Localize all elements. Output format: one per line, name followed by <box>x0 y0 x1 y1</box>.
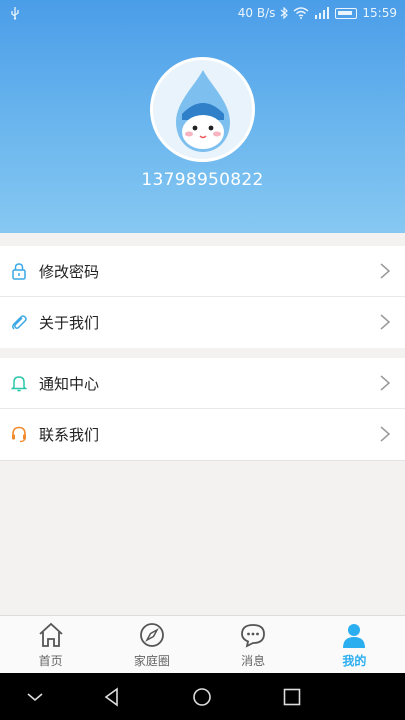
recent-apps-icon[interactable] <box>281 686 303 708</box>
tab-messages[interactable]: 消息 <box>203 616 304 673</box>
chevron-right-icon <box>380 263 391 279</box>
headset-icon <box>12 426 26 443</box>
signal-icon <box>315 7 330 19</box>
tab-label: 我的 <box>342 654 367 668</box>
home-button-icon[interactable] <box>191 686 213 708</box>
water-drop-mascot-icon <box>175 70 230 152</box>
bottom-tab-bar: 首页 家庭圈 消息 我的 <box>0 615 405 673</box>
chevron-right-icon <box>380 314 391 330</box>
profile-header: 40 B/s 15:59 13798950822 <box>0 0 405 233</box>
home-icon <box>39 622 63 647</box>
bluetooth-icon <box>281 7 289 19</box>
menu-item-label: 通知中心 <box>39 375 100 393</box>
tab-label: 家庭圈 <box>133 654 170 668</box>
status-bar: 40 B/s 15:59 <box>0 0 405 28</box>
menu-item-about-us[interactable]: 关于我们 <box>0 297 405 348</box>
chevron-right-icon <box>380 375 391 391</box>
menu-item-label: 关于我们 <box>39 314 100 332</box>
menu-item-notification-center[interactable]: 通知中心 <box>0 358 405 409</box>
tab-label: 首页 <box>38 654 63 668</box>
tab-home[interactable]: 首页 <box>0 616 101 673</box>
wifi-icon <box>293 7 309 19</box>
menu-item-change-password[interactable]: 修改密码 <box>0 246 405 297</box>
avatar[interactable] <box>150 57 255 162</box>
tab-mine[interactable]: 我的 <box>304 616 405 673</box>
menu-item-label: 联系我们 <box>39 426 100 444</box>
chat-bubble-icon <box>241 624 266 648</box>
battery-icon <box>335 7 358 19</box>
usb-icon <box>11 7 19 20</box>
system-navigation-bar <box>0 673 405 720</box>
menu-item-contact-us[interactable]: 联系我们 <box>0 409 405 460</box>
menu-group-account: 修改密码 关于我们 <box>0 246 405 348</box>
compass-icon <box>139 623 164 647</box>
chevron-right-icon <box>380 426 391 442</box>
network-speed: 40 B/s <box>237 6 276 20</box>
collapse-chevron-icon[interactable] <box>24 686 46 708</box>
menu-group-support: 通知中心 联系我们 <box>0 358 405 461</box>
lock-icon <box>12 263 26 280</box>
menu-item-label: 修改密码 <box>39 263 100 281</box>
clock: 15:59 <box>362 6 397 20</box>
tab-label: 消息 <box>241 654 266 668</box>
person-icon <box>343 624 366 648</box>
bell-icon <box>10 376 28 392</box>
phone-number: 13798950822 <box>141 170 264 190</box>
tab-family-circle[interactable]: 家庭圈 <box>101 616 202 673</box>
paperclip-icon <box>12 315 27 330</box>
back-icon[interactable] <box>101 686 123 708</box>
